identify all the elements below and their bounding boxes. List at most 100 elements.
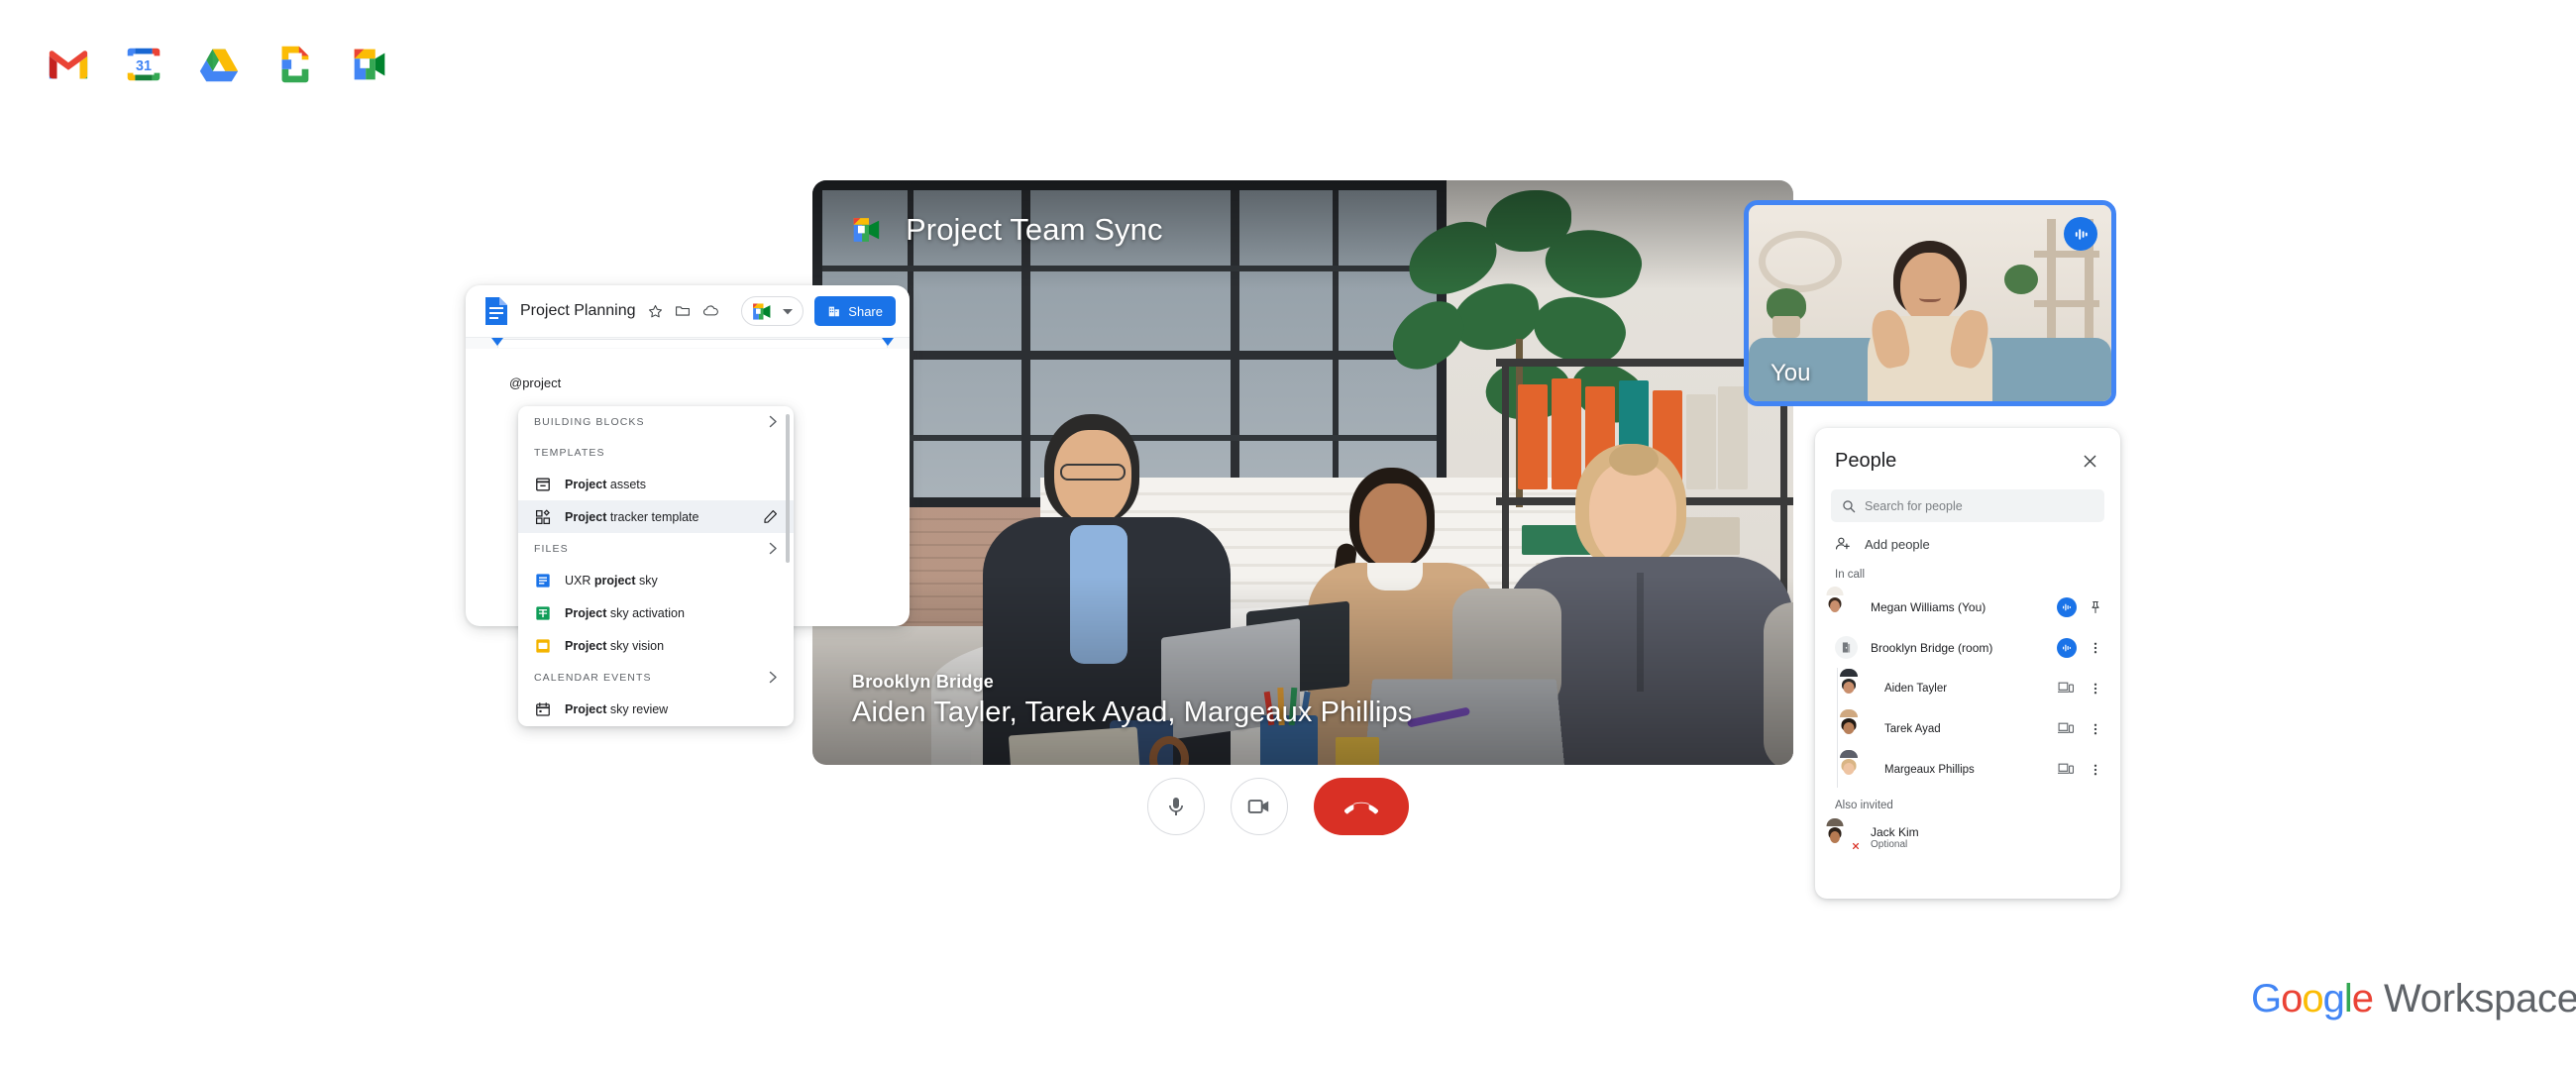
dropdown-scrollbar[interactable] <box>786 414 790 563</box>
calendar-event-icon <box>534 700 551 717</box>
companion-device-icon <box>2055 678 2077 699</box>
self-view-audio-badge <box>2064 217 2097 251</box>
room-icon <box>1835 636 1858 659</box>
microphone-button[interactable] <box>1147 778 1205 835</box>
dropdown-item-label: Project assets <box>565 477 646 491</box>
end-call-button[interactable] <box>1314 778 1409 835</box>
gmail-icon[interactable] <box>46 42 91 87</box>
docs-body[interactable]: @project <box>466 349 910 392</box>
docs-meet-button[interactable] <box>741 296 805 326</box>
section-label: FILES <box>534 542 569 555</box>
people-name: Megan Williams (You) <box>1871 599 1986 614</box>
audio-active-icon <box>2057 637 2077 658</box>
close-icon[interactable] <box>2077 448 2102 474</box>
dropdown-item-project-sky-vision[interactable]: Project sky vision <box>518 629 794 662</box>
self-view-label: You <box>1771 360 1811 386</box>
people-panel-title: People <box>1835 449 1897 472</box>
camera-button[interactable] <box>1231 778 1288 835</box>
dropdown-item-label: UXR project sky <box>565 573 658 588</box>
google-calendar-icon[interactable]: 31 <box>121 42 166 87</box>
people-row-jack-kim[interactable]: Jack Kim Optional <box>1815 817 2120 858</box>
more-options-icon[interactable] <box>2085 718 2106 740</box>
chevron-right-icon[interactable] <box>769 542 778 555</box>
dropdown-item-project-sky-activation[interactable]: Project sky activation <box>518 596 794 629</box>
meet-video-stage: Project Team Sync Brooklyn Bridge Aiden … <box>812 180 1793 765</box>
section-label-also-invited: Also invited <box>1835 800 1893 811</box>
folder-icon[interactable] <box>675 303 692 320</box>
people-name: Aiden Tayler <box>1884 682 1948 695</box>
logo-letter-g1: G <box>2251 977 2282 1020</box>
share-button-label: Share <box>848 303 883 319</box>
people-name: Margeaux Phillips <box>1884 763 1975 776</box>
docs-document-title[interactable]: Project Planning <box>520 302 636 320</box>
chevron-right-icon[interactable] <box>769 415 778 428</box>
dropdown-item-label: Project tracker template <box>565 509 699 524</box>
people-row-aiden-tayler[interactable]: Aiden Tayler <box>1815 668 2120 708</box>
dropdown-section-building-blocks[interactable]: BUILDING BLOCKS <box>518 406 794 437</box>
people-row-brooklyn-bridge-room[interactable]: Brooklyn Bridge (room) <box>1815 627 2120 668</box>
more-options-icon[interactable] <box>2085 637 2106 659</box>
calendar-day-number: 31 <box>136 58 152 74</box>
google-workspace-logo: Google Workspace <box>2251 977 2576 1021</box>
docs-at-mention-text: @project <box>509 376 562 390</box>
people-row-margeaux-phillips[interactable]: Margeaux Phillips <box>1815 749 2120 790</box>
avatar <box>1826 587 1858 618</box>
companion-device-icon <box>2055 759 2077 781</box>
main-video-tile[interactable]: Project Team Sync Brooklyn Bridge Aiden … <box>812 180 1793 765</box>
section-label: BUILDING BLOCKS <box>534 415 645 428</box>
more-options-icon[interactable] <box>2085 678 2106 699</box>
people-row-megan-williams[interactable]: Megan Williams (You) <box>1815 587 2120 627</box>
caption-room-name: Brooklyn Bridge <box>852 672 995 692</box>
caption-participant-names: Aiden Tayler, Tarek Ayad, Margeaux Phill… <box>852 697 1413 728</box>
dropdown-section-files[interactable]: FILES <box>518 533 794 564</box>
meet-icon-small <box>852 216 886 244</box>
cloud-icon[interactable] <box>702 303 719 320</box>
meeting-title: Project Team Sync <box>906 212 1163 247</box>
docs-header: Project Planning Share <box>466 285 910 337</box>
audio-active-icon <box>2057 596 2077 617</box>
dropdown-item-project-assets[interactable]: Project assets <box>518 468 794 500</box>
grid-blocks-icon <box>534 508 551 525</box>
people-row-tarek-ayad[interactable]: Tarek Ayad <box>1815 708 2120 749</box>
share-button[interactable]: Share <box>814 296 896 326</box>
meeting-title-row: Project Team Sync <box>852 212 1163 248</box>
docs-ruler[interactable] <box>466 337 910 349</box>
more-options-icon[interactable] <box>2085 759 2106 781</box>
self-view-tile[interactable]: You <box>1744 200 2116 406</box>
chevron-right-icon[interactable] <box>769 671 778 684</box>
sheets-file-icon <box>534 604 551 621</box>
people-sub-status: Optional <box>1871 839 1908 850</box>
slides-file-icon <box>534 637 551 654</box>
left-margin-marker[interactable] <box>491 338 503 346</box>
screenshot-root: 31 Project Team Sync Brooklyn Bridge Aid… <box>0 0 2576 1073</box>
dropdown-item-project-sky-review[interactable]: Project sky review <box>518 693 794 725</box>
docs-file-icon <box>534 572 551 589</box>
people-name: Brooklyn Bridge (room) <box>1871 640 1993 655</box>
search-placeholder: Search for people <box>1865 498 1963 513</box>
avatar <box>1826 818 1861 851</box>
dropdown-section-calendar-events[interactable]: CALENDAR EVENTS <box>518 662 794 693</box>
template-card-icon <box>534 476 551 492</box>
workspace-app-icons: 31 <box>46 42 392 87</box>
people-name: Jack Kim <box>1871 825 1919 839</box>
google-docs-icon[interactable] <box>271 42 317 87</box>
add-people-button[interactable]: Add people <box>1815 522 2120 559</box>
dropdown-item-project-tracker-template[interactable]: Project tracker template <box>518 500 794 533</box>
logo-workspace-text: Workspace <box>2384 977 2576 1020</box>
add-people-label: Add people <box>1865 537 1930 552</box>
pencil-icon[interactable] <box>763 509 778 524</box>
declined-badge-icon <box>1850 840 1861 851</box>
right-margin-marker[interactable] <box>882 338 894 346</box>
avatar <box>1840 750 1872 781</box>
google-meet-icon[interactable] <box>347 42 392 87</box>
star-icon[interactable] <box>647 303 664 320</box>
google-drive-icon[interactable] <box>196 42 242 87</box>
people-name: Tarek Ayad <box>1884 722 1941 735</box>
dropdown-item-label: Project sky review <box>565 701 669 716</box>
logo-letter-g2: g <box>2322 977 2345 1020</box>
pin-icon[interactable] <box>2085 596 2106 618</box>
search-input[interactable]: Search for people <box>1831 489 2104 522</box>
dropdown-item-uxr-project-sky[interactable]: UXR project sky <box>518 564 794 596</box>
video-bottom-gradient <box>812 577 1793 765</box>
org-lock-icon <box>827 304 841 318</box>
